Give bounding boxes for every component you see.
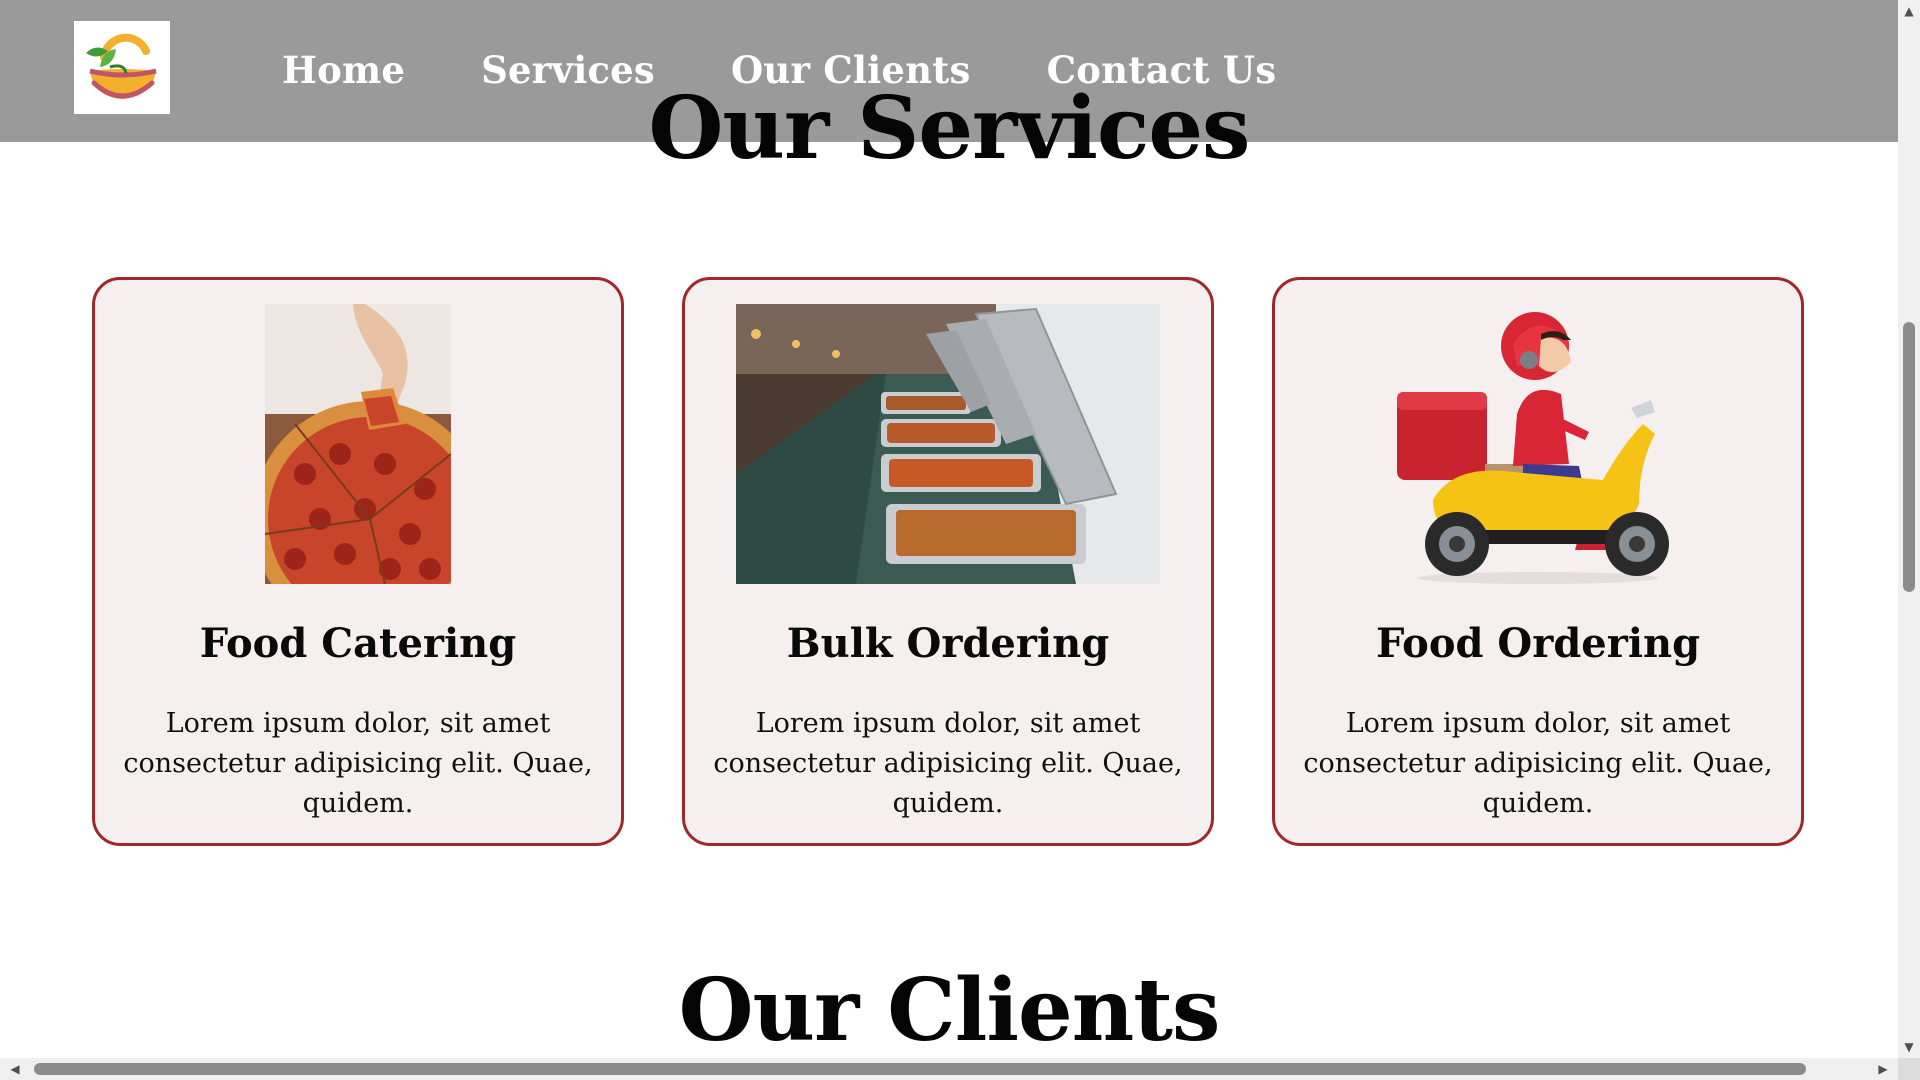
vertical-scrollbar[interactable]: ▲ ▼: [1898, 0, 1920, 1058]
horizontal-scrollbar[interactable]: ◀ ▶: [0, 1058, 1898, 1080]
page-viewport: Home Services Our Clients Contact Us Our…: [0, 0, 1898, 1058]
service-card-food-catering: Food Catering Lorem ipsum dolor, sit ame…: [92, 277, 624, 846]
horizontal-scroll-thumb[interactable]: [34, 1063, 1806, 1075]
card-description: Lorem ipsum dolor, sit amet consectetur …: [713, 708, 1183, 819]
scroll-up-arrow-icon[interactable]: ▲: [1898, 0, 1920, 22]
card-title: Food Catering: [199, 620, 517, 667]
vertical-scroll-thumb[interactable]: [1903, 322, 1915, 592]
card-description: Lorem ipsum dolor, sit amet consectetur …: [1303, 708, 1773, 819]
card-title: Food Ordering: [1375, 620, 1701, 667]
scroll-right-arrow-icon[interactable]: ▶: [1872, 1058, 1894, 1080]
scroll-left-arrow-icon[interactable]: ◀: [4, 1058, 26, 1080]
pizza-photo: [265, 304, 451, 584]
buffet-trays-photo: [736, 304, 1160, 584]
scrollbar-corner: [1898, 1058, 1920, 1080]
scooter-delivery-illustration: [1393, 304, 1683, 584]
service-card-bulk-ordering: Bulk Ordering Lorem ipsum dolor, sit ame…: [682, 277, 1214, 846]
card-description: Lorem ipsum dolor, sit amet consectetur …: [123, 708, 593, 819]
clients-heading: Our Clients: [678, 960, 1221, 1058]
scroll-down-arrow-icon[interactable]: ▼: [1898, 1036, 1920, 1058]
card-title: Bulk Ordering: [786, 620, 1110, 667]
service-card-food-ordering: Food Ordering Lorem ipsum dolor, sit ame…: [1272, 277, 1804, 846]
services-cards: Food Catering Lorem ipsum dolor, sit ame…: [92, 277, 1804, 846]
services-heading: Our Services: [648, 78, 1251, 179]
